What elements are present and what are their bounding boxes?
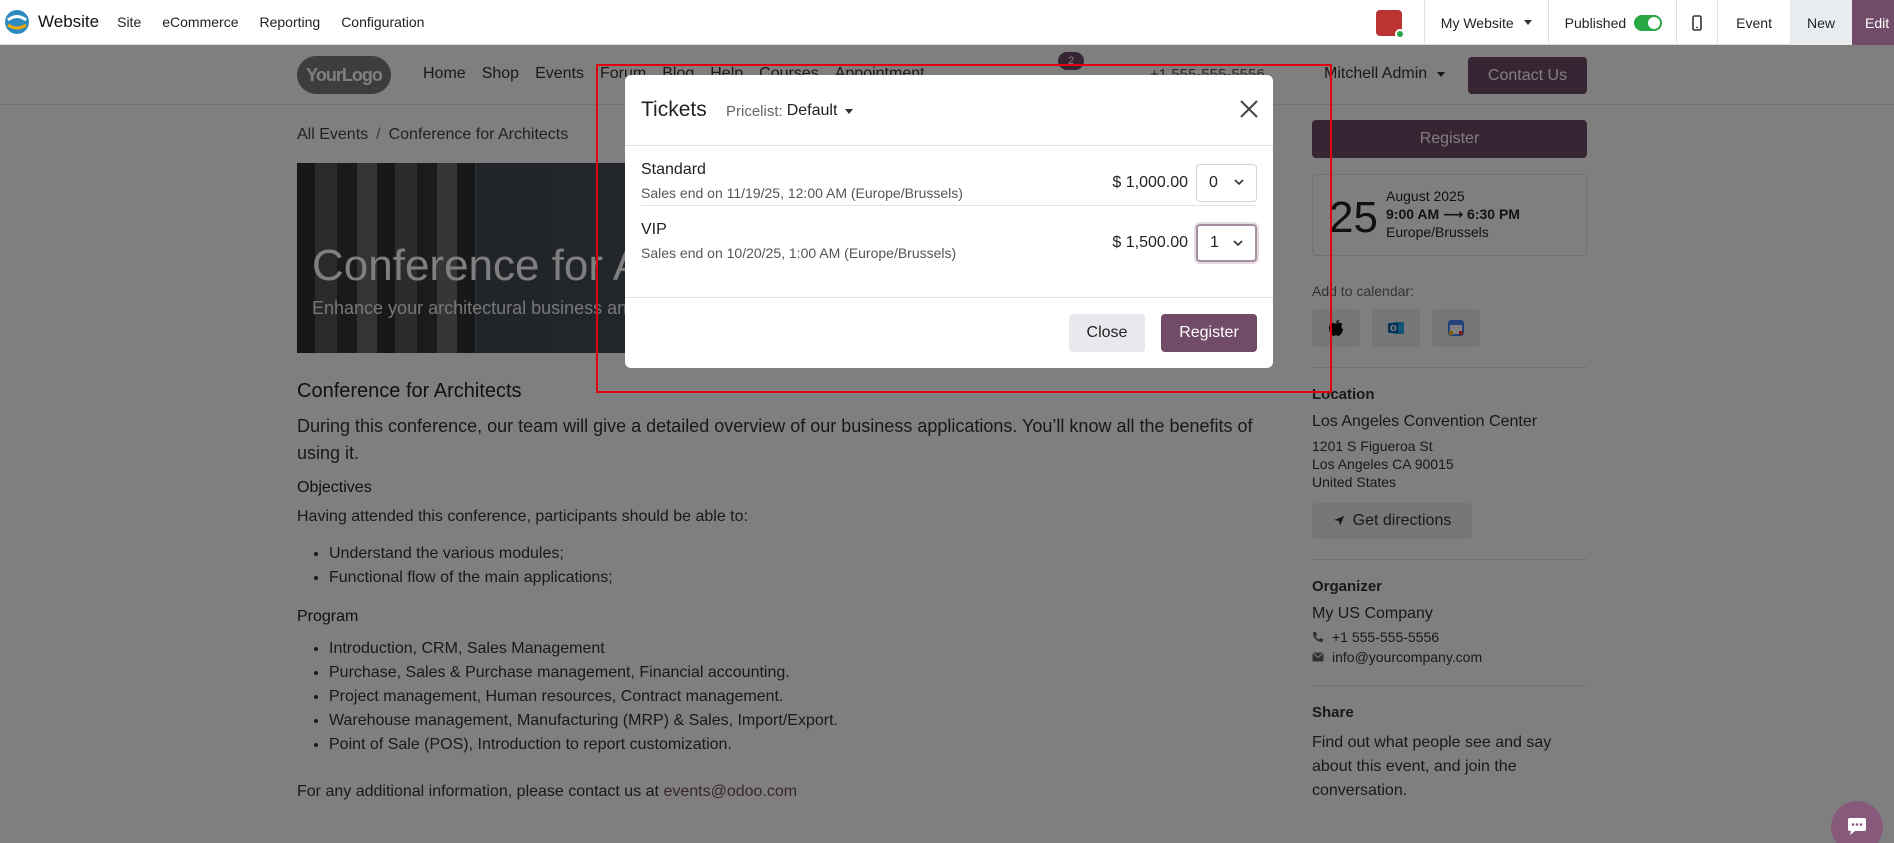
ticket-price: $ 1,500.00 xyxy=(1112,234,1188,251)
ticket-price: $ 1,000.00 xyxy=(1112,174,1188,191)
edit-button[interactable]: Edit xyxy=(1852,0,1894,45)
caret-down-icon xyxy=(1523,20,1532,25)
ticket-quantity-value: 0 xyxy=(1209,174,1218,191)
pricelist-value: Default xyxy=(786,102,838,119)
pricelist-dropdown[interactable]: Pricelist: Default xyxy=(726,102,854,120)
tickets-modal: Tickets Pricelist: Default Standard Sale… xyxy=(625,75,1273,368)
published-label: Published xyxy=(1564,14,1627,31)
chevron-down-icon xyxy=(1234,179,1244,186)
caret-down-icon xyxy=(845,108,854,114)
website-app-icon[interactable] xyxy=(2,7,32,37)
chevron-down-icon xyxy=(1233,240,1243,247)
publish-toggle[interactable]: Published xyxy=(1549,14,1677,31)
new-button[interactable]: New xyxy=(1789,0,1852,45)
website-selector-label: My Website xyxy=(1440,14,1514,31)
pricelist-label: Pricelist: xyxy=(726,102,783,120)
chat-icon xyxy=(1848,818,1866,835)
menu-ecommerce[interactable]: eCommerce xyxy=(162,14,238,30)
ticket-quantity-select[interactable]: 0 xyxy=(1196,164,1257,202)
close-button[interactable]: Close xyxy=(1069,314,1145,352)
website-selector[interactable]: My Website xyxy=(1425,15,1548,31)
modal-register-button[interactable]: Register xyxy=(1161,314,1257,352)
toggle-switch[interactable] xyxy=(1634,14,1663,31)
ticket-sales-end: Sales end on 10/20/25, 1:00 AM (Europe/B… xyxy=(641,245,957,261)
ticket-quantity-select[interactable]: 1 xyxy=(1196,224,1257,262)
menu-configuration[interactable]: Configuration xyxy=(341,14,424,30)
modal-title: Tickets xyxy=(641,98,707,121)
user-avatar[interactable] xyxy=(1375,9,1405,39)
app-name[interactable]: Website xyxy=(38,12,99,32)
close-icon[interactable] xyxy=(1239,99,1259,119)
ticket-name: Standard xyxy=(641,161,706,178)
ticket-row: VIP Sales end on 10/20/25, 1:00 AM (Euro… xyxy=(641,206,1257,266)
ticket-sales-end: Sales end on 11/19/25, 12:00 AM (Europe/… xyxy=(641,185,963,201)
event-button[interactable]: Event xyxy=(1718,15,1790,31)
odoo-top-bar: Website Site eCommerce Reporting Configu… xyxy=(0,0,1894,45)
mobile-preview-icon[interactable] xyxy=(1677,14,1717,31)
menu-site[interactable]: Site xyxy=(117,14,141,30)
ticket-row: Standard Sales end on 11/19/25, 12:00 AM… xyxy=(641,146,1257,206)
online-status-dot xyxy=(1394,28,1405,39)
menu-reporting[interactable]: Reporting xyxy=(259,14,320,30)
ticket-name: VIP xyxy=(641,221,667,238)
ticket-quantity-value: 1 xyxy=(1210,234,1219,251)
